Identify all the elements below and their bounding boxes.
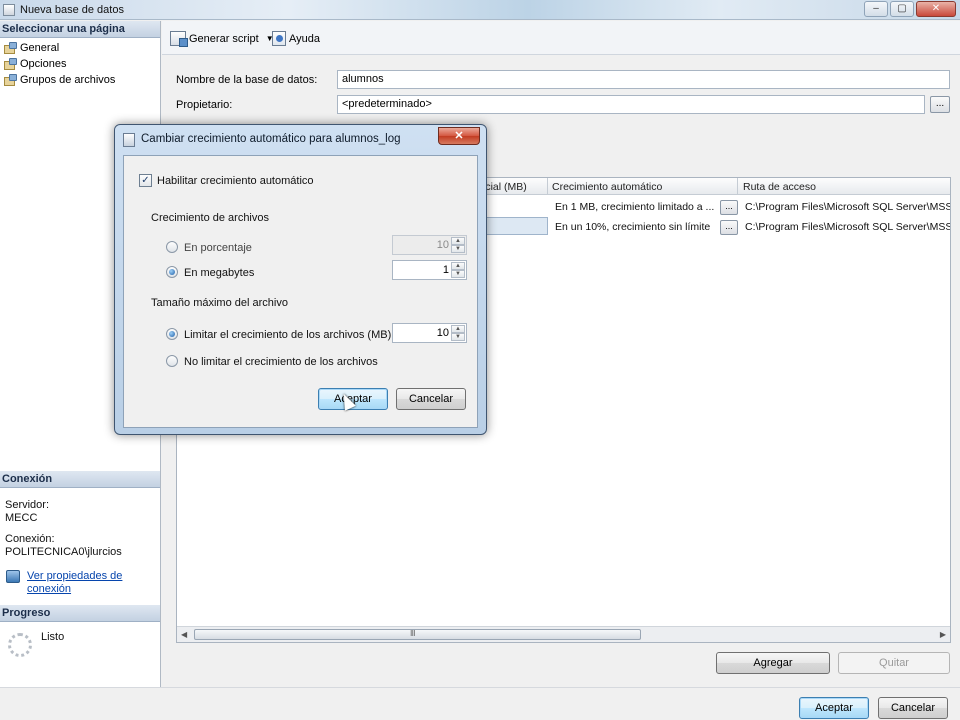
scroll-left-icon[interactable]: ◀ bbox=[181, 630, 187, 639]
window-controls: – ▢ ✕ bbox=[864, 1, 956, 17]
growth-percent-radio[interactable] bbox=[166, 241, 178, 253]
growth-percent-label: En porcentaje bbox=[184, 242, 252, 254]
help-label: Ayuda bbox=[289, 32, 320, 45]
autogrowth-cell: En un 10%, crecimiento sin límite bbox=[555, 221, 711, 233]
add-file-button[interactable]: Agregar bbox=[716, 652, 830, 674]
stepper-up-icon[interactable]: ▲ bbox=[451, 237, 465, 245]
dialog-icon bbox=[123, 133, 135, 147]
scrollbar-thumb[interactable]: Ⅲ bbox=[194, 629, 641, 640]
horizontal-scrollbar[interactable]: ◀ Ⅲ ▶ bbox=[177, 626, 950, 642]
bottom-bar: Aceptar Cancelar bbox=[0, 687, 960, 720]
server-label: Servidor: bbox=[5, 499, 50, 511]
growth-megabytes-stepper[interactable]: 1 ▲ ▼ bbox=[392, 260, 467, 280]
owner-browse-button[interactable]: ... bbox=[930, 96, 950, 113]
progress-spinner-icon bbox=[8, 633, 32, 657]
stepper-up-icon[interactable]: ▲ bbox=[451, 325, 465, 333]
scroll-grip-icon: Ⅲ bbox=[410, 629, 416, 638]
view-connection-properties-link[interactable]: Ver propiedades de conexión bbox=[27, 570, 122, 596]
growth-megabytes-radio[interactable] bbox=[166, 266, 178, 278]
script-icon bbox=[170, 31, 188, 47]
ok-button[interactable]: Aceptar bbox=[799, 697, 869, 719]
column-header-autogrowth[interactable]: Crecimiento automático bbox=[552, 181, 662, 193]
limit-growth-radio[interactable] bbox=[166, 328, 178, 340]
stepper-up-icon[interactable]: ▲ bbox=[451, 262, 465, 270]
progress-header: Progreso bbox=[0, 605, 160, 622]
progress-status: Listo bbox=[41, 631, 65, 643]
connection-value: POLITECNICA0\jlurcios bbox=[5, 546, 122, 558]
page-icon bbox=[4, 74, 17, 86]
enable-autogrowth-checkbox[interactable]: ✓ bbox=[139, 174, 152, 187]
autogrowth-dialog: Cambiar crecimiento automático para alum… bbox=[114, 124, 487, 435]
link-line-1: Ver propiedades de bbox=[27, 570, 123, 582]
growth-megabytes-label: En megabytes bbox=[184, 267, 255, 279]
connection-header: Conexión bbox=[0, 471, 160, 488]
path-cell: C:\Program Files\Microsoft SQL Server\MS… bbox=[745, 201, 950, 213]
enable-autogrowth-label: Habilitar crecimiento automático bbox=[157, 175, 314, 187]
dialog-body: ✓ Habilitar crecimiento automático Creci… bbox=[123, 155, 478, 428]
window-title: Nueva base de datos bbox=[20, 4, 124, 16]
cancel-button[interactable]: Cancelar bbox=[878, 697, 948, 719]
window-title-bar: Nueva base de datos – ▢ ✕ bbox=[0, 0, 960, 20]
stepper-arrows: ▲ ▼ bbox=[451, 325, 465, 341]
server-value: MECC bbox=[5, 512, 38, 524]
dialog-cancel-button[interactable]: Cancelar bbox=[396, 388, 466, 410]
column-header-initial-size[interactable]: icial (MB) bbox=[483, 181, 527, 193]
owner-label: Propietario: bbox=[176, 99, 233, 111]
column-separator bbox=[737, 178, 738, 195]
maximize-button[interactable]: ▢ bbox=[890, 1, 914, 17]
autogrowth-cell: En 1 MB, crecimiento limitado a ... bbox=[555, 201, 715, 213]
growth-percent-value: 10 bbox=[436, 239, 449, 251]
column-header-path[interactable]: Ruta de acceso bbox=[743, 181, 816, 193]
remove-file-button[interactable]: Quitar bbox=[838, 652, 950, 674]
autogrowth-edit-button[interactable]: ... bbox=[720, 220, 738, 235]
stepper-down-icon[interactable]: ▼ bbox=[451, 270, 465, 278]
stepper-arrows: ▲ ▼ bbox=[451, 262, 465, 278]
dialog-title: Cambiar crecimiento automático para alum… bbox=[141, 133, 401, 145]
page-item-label: Opciones bbox=[20, 57, 67, 70]
limit-growth-stepper[interactable]: 10 ▲ ▼ bbox=[392, 323, 467, 343]
page-icon bbox=[4, 58, 17, 70]
app-icon bbox=[3, 4, 15, 16]
db-name-label: Nombre de la base de datos: bbox=[176, 74, 318, 86]
connection-properties-icon bbox=[6, 570, 20, 583]
column-separator bbox=[547, 178, 548, 195]
page-item-label: Grupos de archivos bbox=[20, 73, 116, 86]
page-item-filegroups[interactable]: Grupos de archivos bbox=[4, 72, 115, 87]
path-cell: C:\Program Files\Microsoft SQL Server\MS… bbox=[745, 221, 950, 233]
max-size-label: Tamaño máximo del archivo bbox=[151, 297, 288, 309]
unlimited-growth-radio[interactable] bbox=[166, 355, 178, 367]
page-item-general[interactable]: General bbox=[4, 40, 59, 55]
scroll-right-icon[interactable]: ▶ bbox=[940, 630, 946, 639]
growth-percent-stepper[interactable]: 10 ▲ ▼ bbox=[392, 235, 467, 255]
stepper-down-icon[interactable]: ▼ bbox=[451, 333, 465, 341]
close-window-button[interactable]: ✕ bbox=[916, 1, 956, 17]
toolbar: Generar script ▼ Ayuda bbox=[162, 21, 960, 55]
file-growth-label: Crecimiento de archivos bbox=[151, 212, 269, 224]
stepper-down-icon[interactable]: ▼ bbox=[451, 245, 465, 253]
select-page-header: Seleccionar una página bbox=[0, 21, 160, 38]
stepper-arrows: ▲ ▼ bbox=[451, 237, 465, 253]
dialog-close-button[interactable]: ✕ bbox=[438, 127, 480, 145]
growth-megabytes-value: 1 bbox=[442, 264, 449, 276]
generate-script-button[interactable]: Generar script ▼ bbox=[170, 31, 274, 47]
link-line-2: conexión bbox=[27, 583, 72, 595]
autogrowth-edit-button[interactable]: ... bbox=[720, 200, 738, 215]
limit-growth-label: Limitar el crecimiento de los archivos (… bbox=[184, 329, 392, 341]
help-icon bbox=[272, 31, 286, 46]
help-button[interactable]: Ayuda bbox=[272, 31, 320, 46]
unlimited-growth-label: No limitar el crecimiento de los archivo… bbox=[184, 356, 378, 368]
page-item-options[interactable]: Opciones bbox=[4, 56, 66, 71]
minimize-button[interactable]: – bbox=[864, 1, 888, 17]
page-item-label: General bbox=[20, 41, 60, 54]
page-icon bbox=[4, 42, 17, 54]
owner-input[interactable]: <predeterminado> bbox=[337, 95, 925, 114]
db-name-input[interactable]: alumnos bbox=[337, 70, 950, 89]
connection-label: Conexión: bbox=[5, 533, 55, 545]
generate-script-label: Generar script bbox=[189, 32, 259, 45]
limit-growth-value: 10 bbox=[436, 327, 449, 339]
